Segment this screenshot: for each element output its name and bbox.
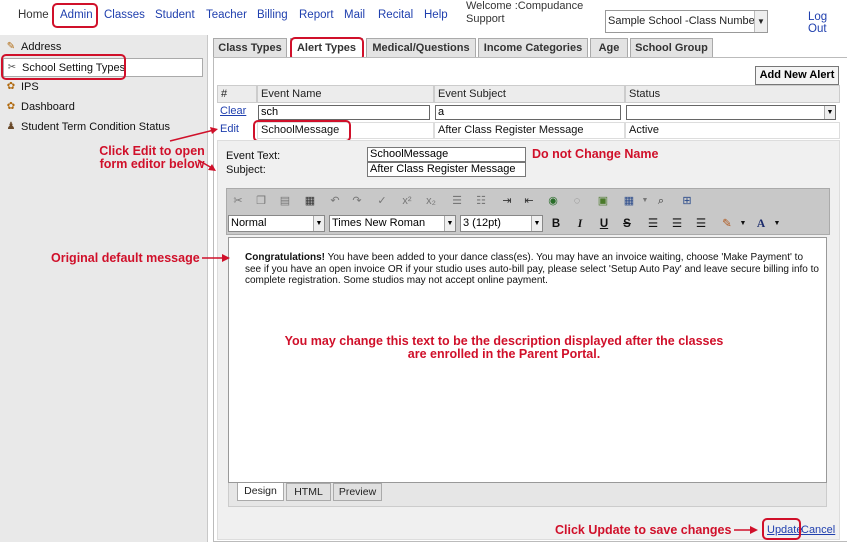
annotation-click-update: Click Update to save changes (555, 523, 732, 537)
arrow-head (210, 127, 218, 134)
annotation-arrows (169, 127, 758, 534)
annotation-text: are enrolled in the Parent Portal. (407, 347, 601, 361)
arrow-to-subject (197, 159, 213, 169)
arrow-head (208, 164, 216, 171)
arrow-head (222, 254, 230, 262)
annotation-original: Original default message (51, 251, 200, 265)
arrow-to-edit (169, 129, 215, 142)
arrow-head (750, 526, 758, 534)
annotation-may-change: You may change this text to be the descr… (266, 335, 742, 361)
annotation-do-not-change: Do not Change Name (532, 147, 659, 161)
